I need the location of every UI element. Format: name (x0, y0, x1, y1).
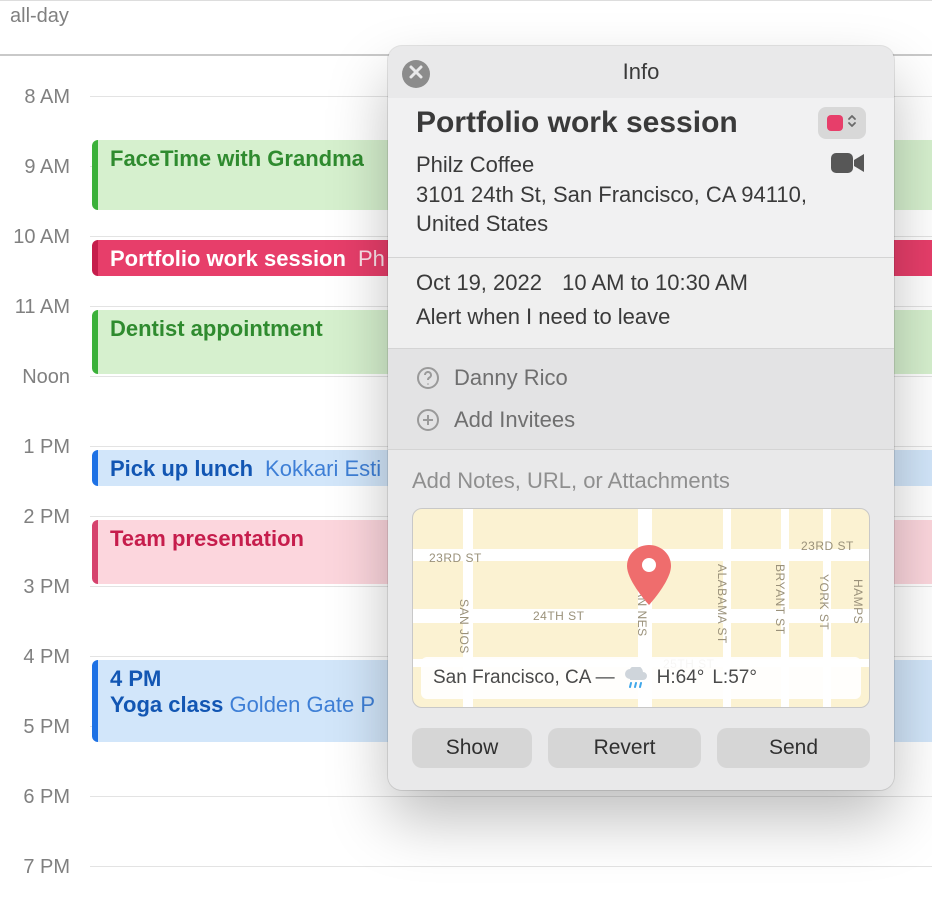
invitee-row[interactable]: Danny Rico (388, 357, 894, 399)
calendar-color-picker[interactable] (818, 107, 866, 139)
location-address: 3101 24th St, San Francisco, CA 94110, U… (416, 182, 807, 237)
event-title: Team presentation (110, 526, 304, 552)
event-title-field[interactable]: Portfolio work session (416, 106, 808, 140)
event-title: Pick up lunch (110, 456, 253, 482)
hour-label: 8 AM (0, 86, 76, 109)
event-time-range: 10 AM to 10:30 AM (562, 270, 748, 295)
event-location: Golden Gate P (229, 692, 375, 717)
location-field[interactable]: Philz Coffee 3101 24th St, San Francisco… (416, 150, 822, 239)
popover-header: Info (388, 46, 894, 98)
event-side (918, 140, 932, 210)
event-title: Dentist appointment (110, 316, 323, 342)
add-video-call-button[interactable] (822, 150, 866, 239)
map-street-label: YORK ST (817, 574, 831, 630)
hour-label: 9 AM (0, 156, 76, 179)
event-location: Kokkari Esti (265, 456, 381, 482)
allday-label: all-day (10, 5, 69, 28)
plus-circle-icon (416, 408, 442, 432)
revert-button[interactable]: Revert (548, 728, 701, 768)
question-circle-icon (416, 366, 442, 390)
location-map[interactable]: 23RD ST 23RD ST 24TH ST 25TH ST S VAN NE… (412, 508, 870, 708)
rain-icon (623, 667, 649, 689)
hour-label: 4 PM (0, 646, 76, 669)
event-side (918, 310, 932, 374)
notes-field[interactable]: Add Notes, URL, or Attachments (412, 464, 870, 508)
map-street-label: 23RD ST (801, 539, 854, 553)
map-street-label: BRYANT ST (773, 564, 787, 635)
add-invitees-button[interactable]: Add Invitees (388, 399, 894, 441)
send-button[interactable]: Send (717, 728, 870, 768)
add-invitees-label: Add Invitees (454, 407, 575, 433)
event-side (918, 520, 932, 584)
close-icon (408, 64, 424, 85)
hour-label: 10 AM (0, 226, 76, 249)
color-swatch-icon (827, 115, 843, 131)
popover-title: Info (623, 59, 660, 85)
map-street-label: 24TH ST (533, 609, 585, 623)
close-button[interactable] (402, 60, 430, 88)
alert-row[interactable]: Alert when I need to leave (416, 304, 866, 330)
event-date: Oct 19, 2022 (416, 270, 542, 295)
datetime-section[interactable]: Oct 19, 2022 10 AM to 10:30 AM Alert whe… (388, 257, 894, 348)
hour-label: 7 PM (0, 856, 76, 879)
event-location: Ph (358, 246, 385, 272)
map-street-label: ALABAMA ST (715, 564, 729, 644)
hour-label: 3 PM (0, 576, 76, 599)
map-street-label: HAMPS (851, 579, 865, 624)
event-side (918, 660, 932, 742)
show-button[interactable]: Show (412, 728, 532, 768)
chevron-updown-icon (847, 113, 857, 134)
event-title: Yoga class (110, 692, 223, 717)
event-side (918, 240, 932, 276)
event-title: FaceTime with Grandma (110, 146, 364, 172)
event-side (918, 450, 932, 486)
invitees-section: Danny Rico Add Invitees (388, 348, 894, 449)
map-high: H:64° (657, 667, 705, 689)
map-low: L:57° (712, 667, 757, 689)
map-city: San Francisco, CA — (433, 667, 615, 689)
video-icon (830, 150, 866, 239)
hour-label: Noon (0, 366, 76, 389)
map-pin-icon (627, 545, 671, 605)
event-info-popover: Info Portfolio work session Philz Coffee… (388, 46, 894, 790)
hour-label: 6 PM (0, 786, 76, 809)
location-name: Philz Coffee (416, 152, 534, 177)
map-street-label: SAN JOS (457, 599, 471, 654)
title-section: Portfolio work session Philz Coffee 3101… (388, 98, 894, 257)
hour-label: 2 PM (0, 506, 76, 529)
invitee-name: Danny Rico (454, 365, 568, 391)
map-weather-bar: San Francisco, CA — H:64° L:57° (421, 657, 861, 699)
event-title: Portfolio work session (110, 246, 346, 272)
map-street-label: 23RD ST (429, 551, 482, 565)
hour-label: 11 AM (0, 296, 76, 319)
hour-label: 1 PM (0, 436, 76, 459)
hour-label: 5 PM (0, 716, 76, 739)
